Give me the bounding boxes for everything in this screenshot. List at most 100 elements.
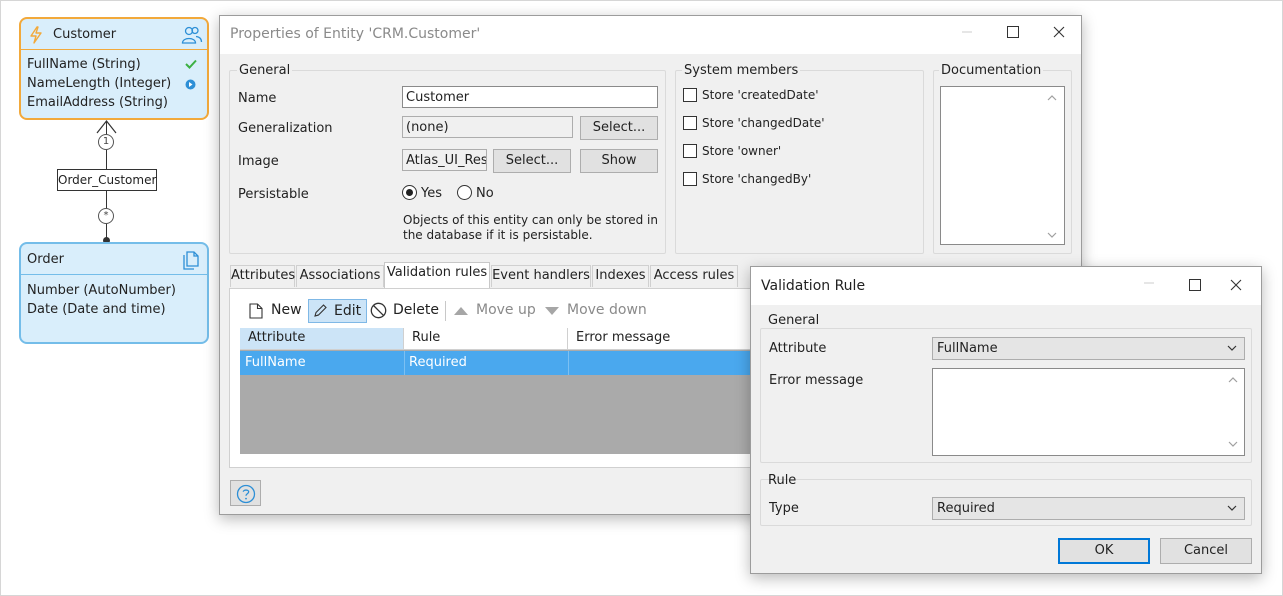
attribute-label: Attribute: [769, 341, 827, 356]
minimize-button[interactable]: [1126, 267, 1172, 301]
maximize-button[interactable]: [1172, 269, 1218, 303]
store-owner-checkbox[interactable]: [683, 144, 697, 158]
order-entity-header: Order: [21, 244, 207, 275]
persistable-label: Persistable: [238, 187, 309, 202]
store-createddate-checkbox[interactable]: [683, 88, 697, 102]
validation-rule-dialog: Validation Rule General Attribute FullNa…: [750, 266, 1262, 574]
row-rule-cell: Required: [409, 355, 467, 370]
store-changeddate-checkbox[interactable]: [683, 116, 697, 130]
tab-access-rules[interactable]: Access rules: [650, 265, 738, 287]
tab-associations[interactable]: Associations: [296, 265, 384, 287]
move-up-button[interactable]: Move up: [453, 299, 537, 323]
persistable-yes-label[interactable]: Yes: [421, 186, 442, 201]
edit-button-label: Edit: [334, 303, 362, 319]
name-input[interactable]: Customer: [402, 86, 658, 108]
entity-attribute-namelength[interactable]: NameLength (Integer): [27, 76, 171, 91]
move-down-button[interactable]: Move down: [544, 299, 648, 323]
maximize-icon: [1189, 279, 1201, 291]
minimize-button[interactable]: [944, 16, 990, 50]
maximize-button[interactable]: [990, 16, 1036, 50]
order-entity[interactable]: Order Number (AutoNumber) Date (Date and…: [19, 242, 209, 344]
new-button-label: New: [271, 302, 302, 318]
persistable-note-line1: Objects of this entity can only be store…: [403, 213, 658, 227]
users-icon: [181, 26, 203, 44]
store-changedby-checkbox[interactable]: [683, 172, 697, 186]
minimize-icon: [962, 31, 972, 33]
entity-attribute-fullname[interactable]: FullName (String): [27, 57, 141, 72]
column-header-error-message[interactable]: Error message: [568, 328, 762, 350]
scroll-up-icon[interactable]: [1046, 93, 1058, 103]
tab-validation-rules[interactable]: Validation rules: [384, 262, 490, 288]
properties-titlebar: Properties of Entity 'CRM.Customer': [220, 16, 1081, 54]
minimize-icon: [1144, 282, 1154, 284]
customer-entity-header: Customer: [21, 19, 207, 50]
table-row[interactable]: FullName Required: [240, 351, 762, 375]
order-entity-title: Order: [27, 252, 64, 267]
attribute-select[interactable]: FullName: [932, 337, 1245, 360]
generalization-select-button[interactable]: Select...: [580, 116, 658, 140]
close-icon: [1230, 279, 1242, 291]
move-down-label: Move down: [567, 302, 647, 318]
store-changeddate-label[interactable]: Store 'changedDate': [702, 116, 825, 130]
calculated-attribute-icon: [185, 79, 196, 90]
error-message-label: Error message: [769, 373, 864, 388]
edit-button[interactable]: Edit: [308, 299, 367, 323]
no-entry-icon: [370, 302, 387, 319]
entity-attribute-date[interactable]: Date (Date and time): [27, 302, 166, 317]
row-cell-divider: [568, 351, 569, 375]
domain-model-canvas: Customer FullName (String) NameLength (I…: [0, 0, 1283, 596]
tab-attributes[interactable]: Attributes: [230, 265, 295, 287]
general-group-label: General: [237, 63, 293, 78]
type-select[interactable]: Required: [932, 497, 1245, 520]
store-changedby-label[interactable]: Store 'changedBy': [702, 172, 811, 186]
lightning-icon: [30, 26, 42, 44]
entity-attribute-emailaddress[interactable]: EmailAddress (String): [27, 95, 168, 110]
validation-general-label: General: [768, 313, 820, 328]
scroll-down-icon[interactable]: [1227, 439, 1239, 449]
customer-entity[interactable]: Customer FullName (String) NameLength (I…: [19, 17, 209, 120]
ok-button[interactable]: OK: [1058, 538, 1150, 564]
image-select-button[interactable]: Select...: [493, 149, 571, 173]
persistable-no-label[interactable]: No: [476, 186, 494, 201]
image-show-button[interactable]: Show: [580, 149, 658, 173]
store-owner-label[interactable]: Store 'owner': [702, 144, 781, 158]
documentation-label: Documentation: [939, 63, 1044, 78]
tab-event-handlers[interactable]: Event handlers: [491, 265, 591, 287]
move-up-label: Move up: [476, 302, 536, 318]
multiplicity-one-marker: 1: [98, 134, 114, 150]
customer-entity-title: Customer: [53, 27, 117, 42]
association-label[interactable]: Order_Customer: [57, 169, 157, 191]
entity-attribute-number[interactable]: Number (AutoNumber): [27, 283, 176, 298]
documentation-textarea[interactable]: [940, 86, 1065, 245]
scroll-up-icon[interactable]: [1227, 375, 1239, 385]
generalization-input[interactable]: (none): [402, 116, 573, 138]
scroll-down-icon[interactable]: [1046, 230, 1058, 240]
chevron-down-icon: [1227, 345, 1237, 351]
validation-rule-label: Rule: [768, 473, 797, 488]
name-label: Name: [238, 91, 277, 106]
triangle-up-icon: [454, 307, 468, 315]
persistable-no-radio[interactable]: [457, 185, 472, 200]
persistable-yes-radio[interactable]: [402, 185, 417, 200]
error-message-input[interactable]: [932, 368, 1245, 456]
close-button[interactable]: [1036, 16, 1082, 50]
system-members-label: System members: [682, 63, 801, 78]
properties-dialog-title: Properties of Entity 'CRM.Customer': [230, 26, 481, 42]
type-select-value: Required: [937, 501, 995, 516]
delete-button[interactable]: Delete: [370, 299, 440, 323]
image-label: Image: [238, 154, 279, 169]
tab-indexes[interactable]: Indexes: [592, 265, 649, 287]
multiplicity-many-marker: *: [98, 208, 114, 224]
validation-rule-titlebar: Validation Rule: [751, 267, 1261, 305]
triangle-down-icon: [545, 307, 559, 315]
cancel-button[interactable]: Cancel: [1160, 538, 1252, 564]
store-createddate-label[interactable]: Store 'createdDate': [702, 88, 819, 102]
new-button[interactable]: New: [247, 299, 303, 323]
row-cell-divider: [404, 351, 405, 375]
image-input[interactable]: Atlas_UI_Res: [402, 149, 487, 171]
column-header-rule[interactable]: Rule: [404, 328, 568, 350]
validation-check-icon: [185, 59, 197, 69]
help-button[interactable]: [230, 480, 261, 506]
close-button[interactable]: [1213, 269, 1259, 303]
column-header-attribute[interactable]: Attribute: [240, 328, 404, 350]
